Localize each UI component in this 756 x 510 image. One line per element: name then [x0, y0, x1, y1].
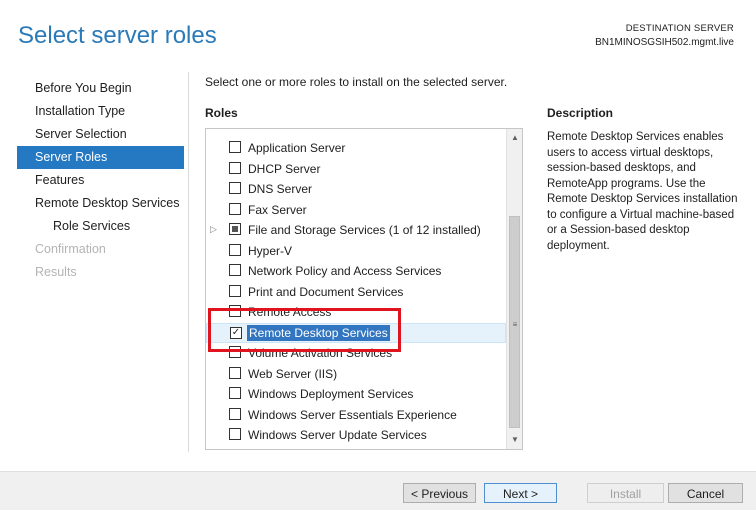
expander-icon[interactable]: ▷	[210, 224, 217, 235]
role-label: Windows Server Update Services	[248, 428, 427, 442]
nav-item-server-roles[interactable]: Server Roles	[17, 146, 184, 169]
role-row[interactable]: DNS Server	[206, 179, 506, 199]
role-checkbox[interactable]	[229, 141, 241, 153]
wizard-nav: Before You Begin Installation Type Serve…	[17, 77, 184, 284]
role-row[interactable]: Fax Server	[206, 200, 506, 220]
install-button: Install	[587, 483, 664, 503]
role-checkbox[interactable]	[229, 243, 241, 256]
role-row[interactable]: Windows Server Update Services	[206, 425, 506, 445]
role-row[interactable]: Web Server (IIS)	[206, 364, 506, 384]
destination-server-name: BN1MINOSGSIH502.mgmt.live	[595, 37, 734, 48]
scroll-up-icon[interactable]: ▲	[508, 130, 522, 146]
role-checkbox[interactable]	[229, 182, 241, 194]
role-row[interactable]: Volume Activation Services	[206, 343, 506, 363]
role-checkbox[interactable]	[229, 346, 241, 358]
role-row[interactable]: Windows Server Essentials Experience	[206, 405, 506, 425]
role-checkbox[interactable]	[229, 366, 241, 379]
role-row[interactable]: DHCP Server	[206, 159, 506, 179]
role-label: Network Policy and Access Services	[248, 264, 442, 278]
role-row[interactable]: Hyper-V	[206, 241, 506, 261]
role-row[interactable]: Application Server	[206, 138, 506, 158]
role-label: DHCP Server	[248, 161, 321, 176]
description-heading: Description	[547, 106, 614, 120]
destination-server-info: DESTINATION SERVER BN1MINOSGSIH502.mgmt.…	[595, 22, 734, 50]
nav-item-features[interactable]: Features	[17, 169, 184, 192]
role-label: Remote Desktop Services	[247, 324, 390, 341]
role-checkbox[interactable]	[229, 305, 241, 317]
role-row[interactable]: ✓ Remote Desktop Services	[206, 322, 506, 343]
role-checkbox[interactable]	[229, 161, 241, 174]
role-checkbox[interactable]	[229, 284, 241, 297]
nav-item-server-selection[interactable]: Server Selection	[17, 123, 184, 146]
role-label: Print and Document Services	[248, 284, 404, 299]
nav-item-before-you-begin[interactable]: Before You Begin	[17, 77, 184, 100]
role-row[interactable]: Windows Deployment Services	[206, 384, 506, 404]
nav-item-installation-type[interactable]: Installation Type	[17, 100, 184, 123]
role-label: Remote Access	[248, 305, 332, 319]
roles-scrollbar[interactable]: ▲ ≡ ▼	[506, 129, 522, 449]
scroll-grip-icon: ≡	[512, 320, 518, 329]
nav-divider	[188, 72, 189, 452]
role-row[interactable]: Network Policy and Access Services	[206, 261, 506, 281]
role-label: Fax Server	[248, 202, 307, 217]
nav-item-remote-desktop-services[interactable]: Remote Desktop Services	[17, 192, 184, 215]
role-checkbox[interactable]	[229, 202, 241, 215]
role-checkbox[interactable]	[229, 223, 241, 235]
nav-item-confirmation: Confirmation	[35, 242, 106, 256]
role-row[interactable]: Remote Access	[206, 302, 506, 322]
description-text: Remote Desktop Services enables users to…	[547, 131, 738, 252]
nav-item-role-services[interactable]: Role Services	[17, 215, 184, 238]
role-label: Windows Server Essentials Experience	[248, 407, 457, 422]
role-label: Hyper-V	[248, 243, 293, 258]
role-checkbox[interactable]: ✓	[230, 326, 242, 339]
role-checkbox[interactable]	[229, 428, 241, 440]
roles-list-viewport: Application Server DHCP Server DNS Server F…	[206, 129, 506, 449]
role-checkbox[interactable]	[229, 264, 241, 276]
role-row[interactable]: Print and Document Services	[206, 282, 506, 302]
role-label: Volume Activation Services	[248, 346, 393, 360]
roles-heading: Roles	[205, 106, 238, 120]
instruction-text: Select one or more roles to install on t…	[205, 75, 508, 89]
role-label: Application Server	[248, 141, 346, 155]
scroll-down-icon[interactable]: ▼	[508, 432, 522, 448]
nav-item-results: Results	[35, 265, 77, 279]
role-label: File and Storage Services (1 of 12 insta…	[248, 223, 481, 237]
previous-button[interactable]: < Previous	[403, 483, 476, 503]
destination-server-label: DESTINATION SERVER	[625, 23, 734, 34]
cancel-button[interactable]: Cancel	[668, 483, 743, 503]
role-checkbox[interactable]	[229, 387, 241, 399]
next-button[interactable]: Next >	[484, 483, 557, 503]
role-row[interactable]: ▷ File and Storage Services (1 of 12 inst…	[206, 220, 506, 240]
role-label: DNS Server	[248, 182, 313, 196]
role-label: Windows Deployment Services	[248, 387, 414, 401]
role-label: Web Server (IIS)	[248, 366, 338, 381]
roles-list[interactable]: Application Server DHCP Server DNS Server F…	[205, 128, 523, 450]
page-title: Select server roles	[18, 22, 217, 49]
role-checkbox[interactable]	[229, 407, 241, 420]
